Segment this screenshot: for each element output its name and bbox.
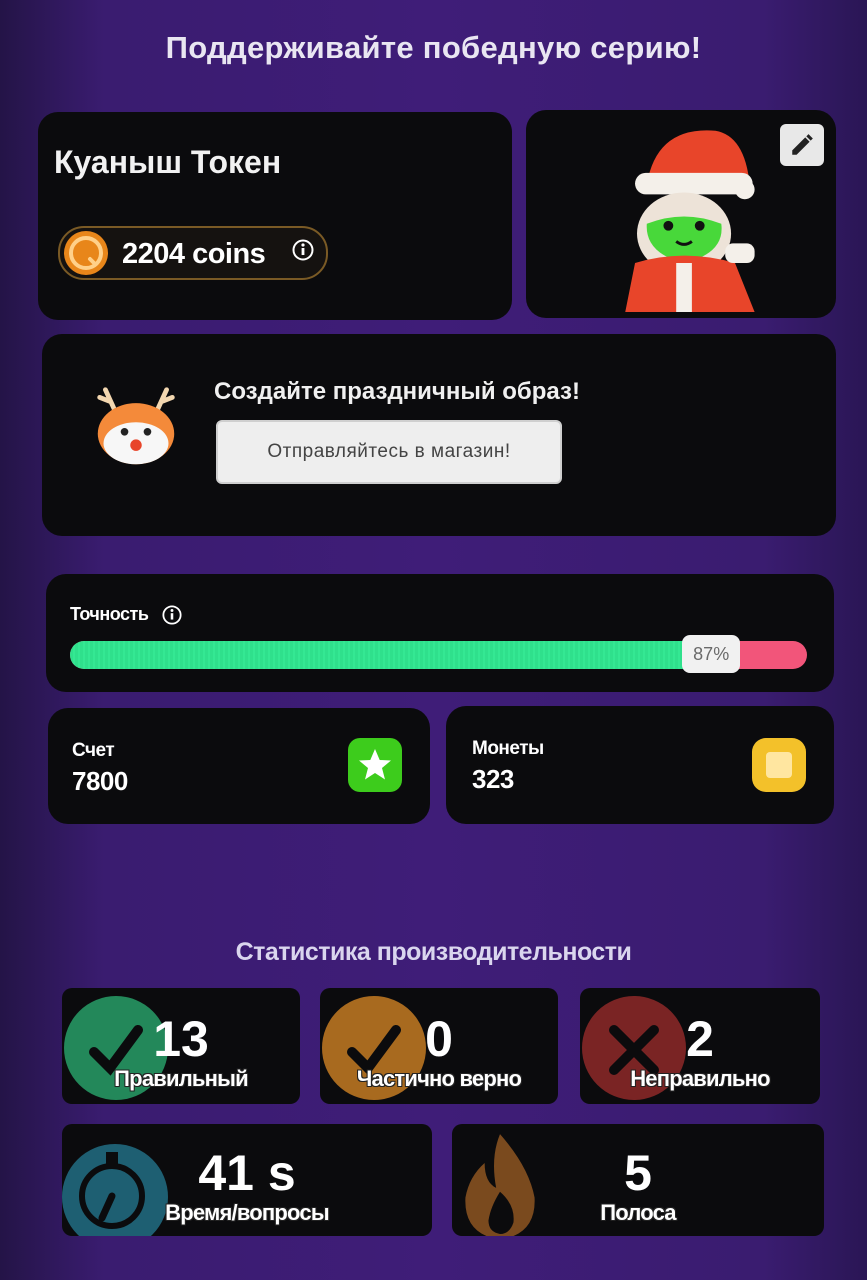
partial-count: 0 [425,1011,453,1067]
streak-label: Полоса [600,1200,676,1225]
wrong-label: Неправильно [630,1066,770,1091]
coins-balance-pill[interactable]: 2204 coins [58,226,328,280]
edit-avatar-button[interactable] [780,124,824,166]
time-label: Время/вопросы [165,1200,329,1225]
wrong-stat-card: 2 Неправильно [580,988,820,1104]
coins-card: Монеты 323 [446,706,834,824]
performance-title: Статистика производительности [235,938,632,966]
score-value: 7800 [72,766,128,796]
correct-stat-card: 13 Правильный [62,988,300,1104]
page-headline: Поддерживайте победную серию! [165,30,702,65]
promo-title: Создайте праздничный образ! [214,378,580,405]
coins-label: Монеты [472,738,544,759]
profile-card: Куаныш Токен 2204 coins [38,112,512,320]
accuracy-card: Точность 87% [46,574,834,692]
streak-count: 5 [624,1145,652,1201]
reindeer-icon [97,387,175,465]
star-icon [348,738,402,792]
coins-value: 323 [472,764,514,794]
score-label: Счет [72,740,115,761]
info-icon[interactable] [292,239,314,261]
partial-label: Частично верно [356,1066,522,1091]
partial-stat-card: 0 Частично верно [320,988,558,1104]
coin-square-icon [752,738,806,792]
avatar-card [526,110,836,318]
streak-stat-card: 5 Полоса [452,1124,824,1236]
holiday-promo-card: Создайте праздничный образ! Отправляйтес… [42,334,836,536]
time-stat-card: 41 s Время/вопросы [62,1124,432,1236]
score-card: Счет 7800 [48,708,430,824]
pencil-icon [792,134,813,155]
wrong-count: 2 [686,1011,714,1067]
info-icon[interactable] [162,605,182,625]
coins-balance: 2204 coins [122,238,266,270]
go-to-shop-button[interactable]: Отправляйтесь в магазин! [216,420,562,484]
time-per-question: 41 s [198,1145,296,1201]
accuracy-percent-badge: 87% [682,635,741,673]
correct-label: Правильный [114,1066,248,1091]
coin-icon [64,231,108,275]
santa-avatar [625,130,755,312]
accuracy-progress-fill [70,641,712,669]
correct-count: 13 [153,1011,209,1067]
accuracy-label: Точность [70,604,149,624]
accuracy-progress-bar: 87% [70,635,807,673]
user-name: Куаныш Токен [54,144,282,180]
